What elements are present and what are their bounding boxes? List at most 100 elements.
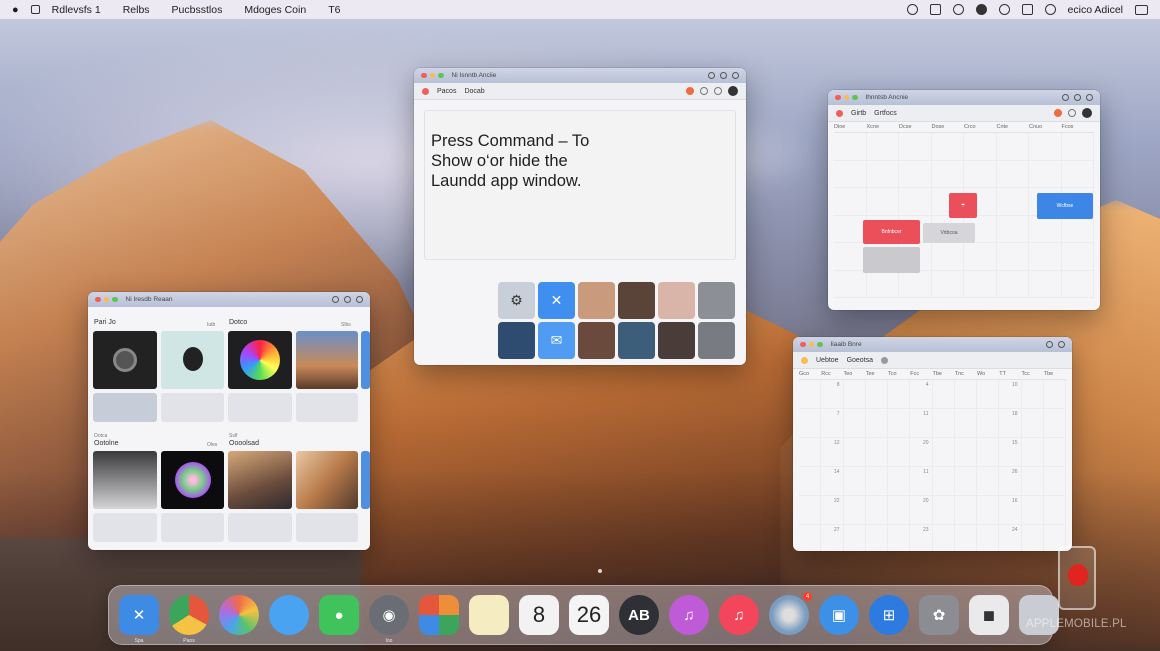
gray-circle-icon[interactable] — [714, 87, 722, 95]
calendar-day-cell[interactable] — [843, 409, 866, 438]
calendar-cell[interactable] — [1061, 270, 1094, 298]
calendar-day-cell[interactable] — [843, 496, 866, 525]
calendar-cell[interactable] — [931, 160, 964, 188]
photo-thumb-edge[interactable] — [361, 451, 370, 509]
calendar-day-cell[interactable]: 20 — [910, 496, 933, 525]
apple-menu-icon[interactable]: ● — [12, 4, 19, 16]
minimize-button[interactable] — [843, 94, 849, 101]
photos-dock-icon[interactable] — [219, 595, 259, 635]
calendar-cell[interactable] — [1029, 133, 1062, 161]
calendar-day-cell[interactable] — [799, 409, 822, 438]
photo-thumb-edge[interactable] — [361, 331, 370, 389]
calendar-dock-icon[interactable]: 8 — [519, 595, 559, 635]
calendar-day-cell[interactable] — [955, 525, 977, 551]
calendar-cell[interactable] — [899, 133, 932, 161]
calendar-day-cell[interactable] — [865, 380, 888, 409]
color-icon[interactable] — [1054, 109, 1062, 117]
notes-dock-icon[interactable] — [469, 595, 509, 635]
photo-tile[interactable] — [578, 282, 615, 319]
share-icon[interactable] — [1062, 94, 1069, 101]
calendar-day-cell[interactable] — [888, 409, 911, 438]
minimize-button[interactable] — [808, 341, 814, 348]
close-button[interactable] — [800, 341, 806, 348]
calendar-cell[interactable] — [964, 243, 997, 271]
photo-strip[interactable] — [161, 393, 224, 422]
photo-thumb-canyon[interactable] — [228, 451, 292, 509]
calendar-day-cell[interactable] — [932, 496, 955, 525]
calendar-cell[interactable] — [834, 270, 867, 298]
window-titlebar[interactable]: Iiaaib Bnre — [793, 337, 1072, 352]
calendar-day-cell[interactable] — [799, 438, 822, 467]
calendar-day-cell[interactable]: 11 — [910, 467, 933, 496]
toolbar-item-1[interactable]: Girtb — [851, 110, 866, 117]
calendar-cell[interactable] — [964, 160, 997, 188]
more-icon[interactable] — [1058, 341, 1065, 348]
photo-tile[interactable] — [498, 322, 535, 359]
settings-dock-icon[interactable]: ✿ — [919, 595, 959, 635]
zoom-button[interactable] — [817, 341, 823, 348]
calendar-cell[interactable] — [996, 270, 1029, 298]
calendar-day-cell[interactable] — [933, 525, 955, 551]
calendar-cell[interactable] — [1061, 243, 1094, 271]
photo-strip[interactable] — [296, 513, 358, 542]
calendar-day-cell[interactable] — [1022, 525, 1044, 551]
calendar-day-cell[interactable] — [1021, 496, 1044, 525]
calendar-day-cell[interactable]: 15 — [999, 438, 1022, 467]
window-titlebar[interactable]: Ihnntsb Ancnie — [828, 90, 1100, 105]
zoom-button[interactable] — [852, 94, 858, 101]
gear-app-tile[interactable]: ⚙ — [498, 282, 535, 319]
calendar-day-cell[interactable]: 27 — [821, 525, 844, 551]
itunes-dock-icon[interactable]: ♫ — [669, 595, 709, 635]
calendar-cell[interactable] — [964, 133, 997, 161]
calendar-cell[interactable] — [964, 270, 997, 298]
calendar-day-cell[interactable]: 14 — [821, 467, 844, 496]
close-button[interactable] — [835, 94, 841, 101]
settings-icon[interactable] — [344, 296, 351, 303]
gray-dot-icon[interactable] — [881, 356, 889, 364]
calendar-cell[interactable] — [866, 270, 899, 298]
grid-app-dock-icon[interactable] — [419, 595, 459, 635]
settings-icon[interactable] — [1074, 94, 1081, 101]
windows-dock-icon[interactable]: ⊞ — [869, 595, 909, 635]
photo-strip[interactable] — [296, 393, 358, 422]
calendar-day-cell[interactable]: 20 — [910, 438, 933, 467]
color-icon[interactable] — [686, 87, 694, 95]
photo-thumb-sculpture[interactable] — [93, 451, 157, 509]
calendar-day-cell[interactable] — [954, 496, 977, 525]
calendar-day-cell[interactable]: 18 — [999, 409, 1022, 438]
calendar-day-cell[interactable]: 22 — [821, 496, 844, 525]
calendar-day-cell[interactable] — [1021, 380, 1044, 409]
xcode-tile[interactable]: ✕ — [538, 282, 575, 319]
calendar-day-cell[interactable] — [932, 467, 955, 496]
photo-tile[interactable] — [698, 322, 735, 359]
calendar-cell[interactable] — [834, 188, 867, 216]
photo-tile[interactable] — [658, 282, 695, 319]
calendar-cell[interactable] — [834, 133, 867, 161]
photo-strip[interactable] — [161, 513, 224, 542]
calendar-cell[interactable] — [931, 133, 964, 161]
calendar-cell[interactable] — [899, 160, 932, 188]
minimize-button[interactable] — [103, 296, 109, 303]
calendar-cell[interactable] — [996, 160, 1029, 188]
share-icon[interactable] — [1046, 341, 1053, 348]
close-button[interactable] — [421, 72, 427, 79]
calendar-cell[interactable] — [1061, 133, 1094, 161]
pages-dock-icon[interactable]: ▣ — [819, 595, 859, 635]
home-icon[interactable] — [30, 5, 40, 14]
zoom-button[interactable] — [438, 72, 444, 79]
calendar-cell[interactable] — [996, 215, 1029, 243]
calendar-day-cell[interactable] — [1043, 467, 1066, 496]
calendar-day-cell[interactable] — [977, 496, 1000, 525]
calendar-day-cell[interactable]: 8 — [821, 380, 844, 409]
calendar-cell[interactable] — [996, 188, 1029, 216]
calendar-day-cell[interactable] — [843, 380, 866, 409]
photo-thumb-clover[interactable] — [161, 331, 224, 389]
calendar-cell[interactable] — [996, 243, 1029, 271]
gear-icon[interactable] — [998, 4, 1010, 15]
calendar-event-block[interactable] — [863, 247, 920, 273]
minimize-button[interactable] — [429, 72, 435, 79]
menu-item-1[interactable]: Rdlevsfs 1 — [52, 4, 101, 16]
camera-dock-icon[interactable]: ◉ Ioo — [369, 595, 409, 644]
calendar-cell[interactable] — [1061, 215, 1094, 243]
more-icon[interactable] — [1086, 94, 1093, 101]
